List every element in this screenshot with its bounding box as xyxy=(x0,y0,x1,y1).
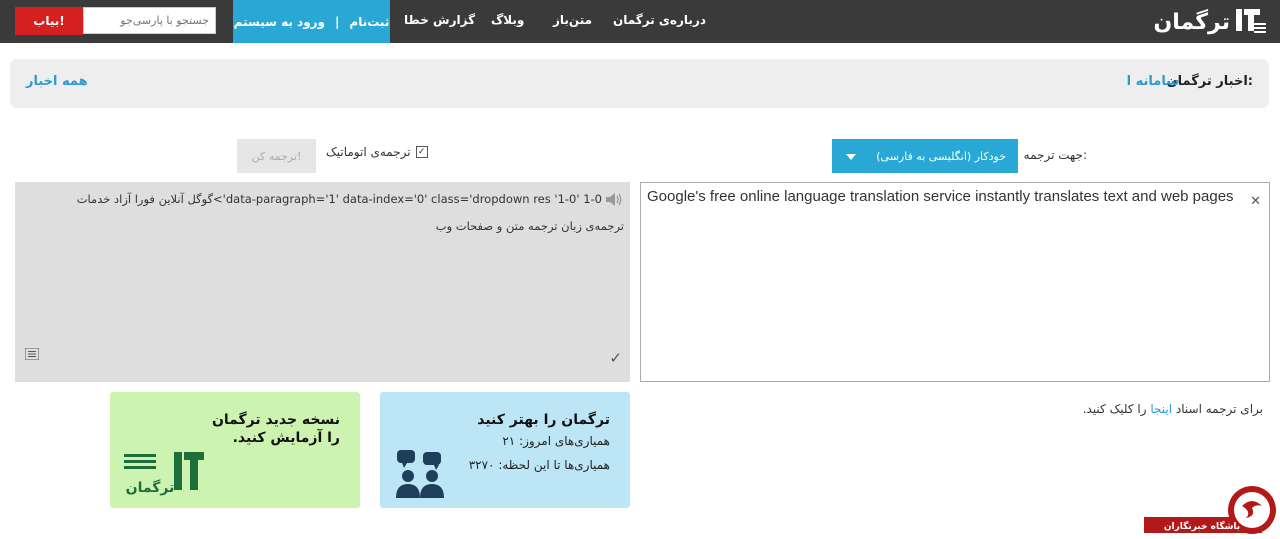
speaker-icon[interactable] xyxy=(606,189,622,216)
translation-output: 1-0 '1-0' data-paragraph='1' data-index=… xyxy=(15,182,630,382)
translate-button[interactable]: ترجمه کن! xyxy=(237,139,316,173)
list-lines-icon[interactable] xyxy=(24,343,40,370)
svg-text:باشگاه خبرنگاران: باشگاه خبرنگاران xyxy=(1164,520,1240,532)
new-version-title: نسخه جدید ترگمان xyxy=(211,412,340,428)
clear-icon[interactable]: ✕ xyxy=(1250,191,1261,211)
news-bar: اخبار ترگمان: سامانه ا همه اخبار xyxy=(10,59,1269,108)
svg-text:ترگمان: ترگمان xyxy=(126,479,175,496)
search-button[interactable]: بیاب! xyxy=(15,7,83,35)
new-version-subtitle: را آزمایش کنید. xyxy=(232,430,340,446)
auth-separator: | xyxy=(335,14,340,29)
output-line-1: 1-0 '1-0' data-paragraph='1' data-index=… xyxy=(76,192,602,206)
output-line-2: ترجمه‌ی زبان ترجمه متن و صفحات وب xyxy=(435,219,624,233)
all-news-link[interactable]: همه اخبار xyxy=(26,74,88,89)
auto-translate-checkbox[interactable]: ✓ xyxy=(415,146,428,158)
source-text-area[interactable]: Google's free online language translatio… xyxy=(640,182,1270,382)
search-input[interactable] xyxy=(83,7,216,34)
auto-translate-label: ترجمه‌ی اتوماتیک xyxy=(326,145,411,159)
chevron-down-icon xyxy=(846,150,856,163)
nav-blog[interactable]: وبلاگ xyxy=(491,0,524,43)
nav-open-source[interactable]: متن‌باز xyxy=(553,0,592,43)
top-navbar: ترگمان درباره‌ی ترگمان متن‌باز وبلاگ گزا… xyxy=(0,0,1280,43)
news-agency-watermark: باشگاه خبرنگاران xyxy=(1144,484,1280,535)
tergoman-logo-icon: ترگمان xyxy=(124,448,208,502)
logo-text: ترگمان xyxy=(1153,9,1230,35)
new-version-card[interactable]: نسخه جدید ترگمان را آزمایش کنید. ترگمان xyxy=(110,392,360,508)
direction-dropdown[interactable]: خودکار (انگلیسی به فارسی) xyxy=(832,139,1018,173)
users-chat-icon xyxy=(394,448,446,504)
document-translation-note: برای ترجمه اسناد اینجا را کلیک کنید. xyxy=(1083,402,1263,416)
direction-value: خودکار (انگلیسی به فارسی) xyxy=(876,149,1006,163)
news-headline-link[interactable]: سامانه ا xyxy=(1127,74,1179,89)
logo-mark-icon xyxy=(1234,5,1266,39)
direction-label: جهت ترجمه: xyxy=(1023,148,1087,162)
improve-card-title: ترگمان را بهتر کنید xyxy=(477,412,610,428)
source-text: Google's free online language translatio… xyxy=(647,188,1234,205)
doc-note-link[interactable]: اینجا xyxy=(1150,402,1172,416)
improve-today-count: همیاری‌های امروز: ۲۱ xyxy=(502,434,610,448)
check-icon[interactable]: ✓ xyxy=(609,345,622,372)
doc-note-suffix: را کلیک کنید. xyxy=(1082,402,1147,416)
login-link[interactable]: ورود به سیستم xyxy=(234,15,325,29)
auto-translate-option[interactable]: ✓ ترجمه‌ی اتوماتیک xyxy=(326,145,428,159)
improve-card[interactable]: ترگمان را بهتر کنید همیاری‌های امروز: ۲۱… xyxy=(380,392,630,508)
improve-total-count: همیاری‌ها تا این لحظه: ۳۲۷۰ xyxy=(468,458,610,472)
signup-link[interactable]: ثبت‌نام xyxy=(349,15,389,29)
brand-logo[interactable]: ترگمان xyxy=(1153,4,1266,40)
nav-about[interactable]: درباره‌ی ترگمان xyxy=(613,0,706,43)
auth-area: ورود به سیستم | ثبت‌نام xyxy=(233,0,390,43)
news-title: اخبار ترگمان: xyxy=(1166,74,1253,89)
doc-note-prefix: برای ترجمه اسناد xyxy=(1175,402,1263,416)
nav-report-error[interactable]: گزارش خطا xyxy=(404,0,475,43)
